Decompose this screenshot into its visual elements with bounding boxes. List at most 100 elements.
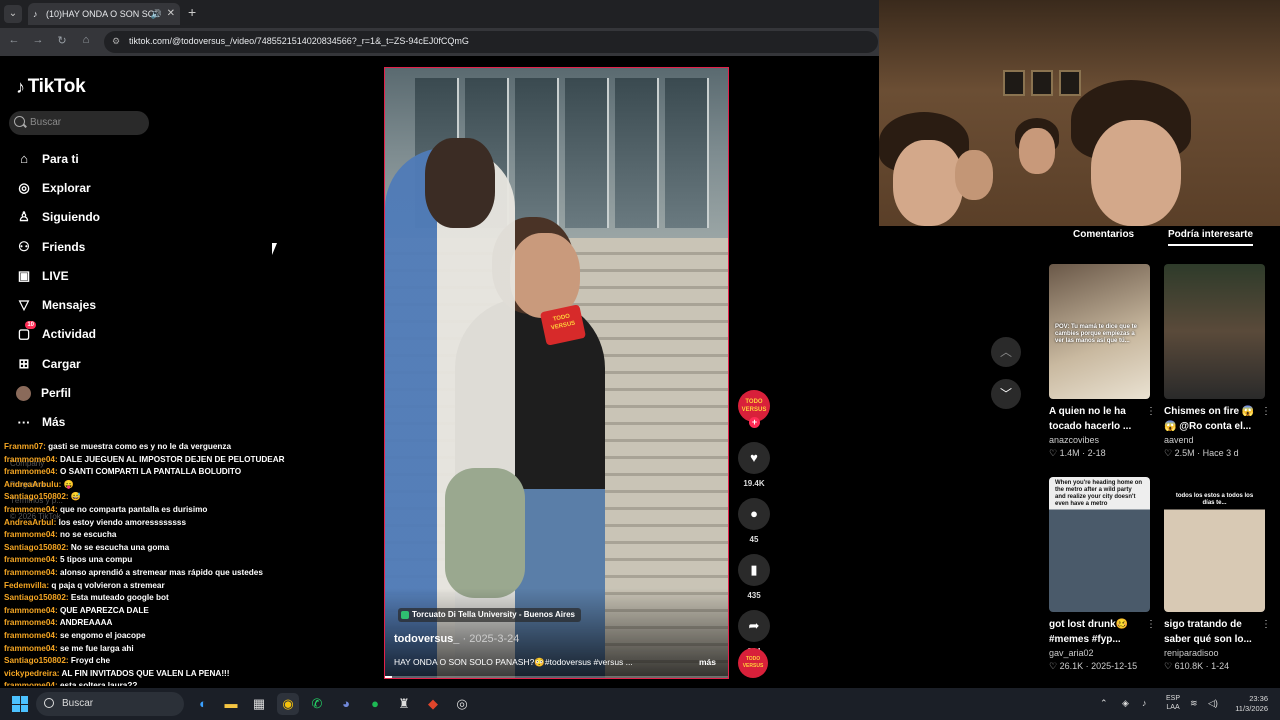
more-options-icon[interactable]: ⋮: [1261, 619, 1271, 630]
home-icon[interactable]: ⌂: [78, 34, 94, 46]
chat-username: frammome04:: [4, 467, 58, 477]
sidebar-item-perfil[interactable]: Perfil: [16, 378, 216, 407]
sidebar-item-para-ti[interactable]: ⌂ Para ti: [16, 144, 216, 173]
video-thumbnail[interactable]: When you're heading home on the metro af…: [1049, 477, 1150, 612]
sidebar-item-live[interactable]: ▣ LIVE: [16, 261, 216, 290]
more-options-icon[interactable]: ⋮: [1261, 406, 1271, 417]
address-bar[interactable]: ⚙ tiktok.com/@todoversus_/video/74855215…: [104, 31, 878, 53]
author-name: todoversus_: [394, 633, 460, 645]
chat-message: frammome04: esta soltera laura??: [4, 680, 374, 686]
chat-text: los estoy viendo amoressssssss: [58, 517, 187, 527]
stream-chat: Franmn07: gasti se muestra como es y no …: [4, 441, 374, 686]
file-explorer-icon[interactable]: ▬: [220, 693, 242, 715]
video-player[interactable]: TODO VERSUS Torcuato Di Tella University…: [384, 67, 729, 679]
wifi-icon[interactable]: ≋: [1190, 698, 1198, 709]
chat-message: frammome04: se me fue larga ahi: [4, 643, 374, 656]
network-tray-icon[interactable]: ◈: [1122, 698, 1129, 709]
friends-icon: ⚇: [18, 238, 30, 254]
chrome-icon[interactable]: ◉: [277, 693, 299, 715]
suggested-video-card[interactable]: When you're heading home on the metro af…: [1049, 477, 1156, 672]
chat-username: Franmn07:: [4, 442, 46, 451]
like-button[interactable]: ♥: [738, 442, 770, 474]
share-button[interactable]: ➦: [738, 610, 770, 642]
caption-more-button[interactable]: más: [699, 657, 716, 667]
tab-podria-interesarte[interactable]: Podría interesarte: [1168, 229, 1254, 246]
store-icon[interactable]: ▦: [248, 693, 270, 715]
edge-icon[interactable]: ◐: [192, 693, 214, 715]
chat-username: frammome04:: [4, 630, 58, 640]
sidebar-item-mensajes[interactable]: ▽ Mensajes: [16, 290, 216, 319]
taskbar-search[interactable]: Buscar: [36, 692, 184, 716]
sidebar-item-friends[interactable]: ⚇ Friends: [16, 232, 216, 261]
language-indicator[interactable]: ESP LAA: [1166, 694, 1180, 712]
spotify-icon[interactable]: ●: [364, 693, 386, 715]
tiktok-logo[interactable]: ♪ TikTok: [16, 76, 86, 98]
wall-frame: [1031, 70, 1053, 96]
suggested-video-card[interactable]: POV: Tu mamá te dice que te cambies porq…: [1049, 264, 1156, 459]
app-icon[interactable]: ◆: [422, 693, 444, 715]
back-icon[interactable]: ←: [6, 34, 22, 46]
suggested-video-card[interactable]: todos los estos a todos los días te... ⋮…: [1164, 477, 1271, 672]
close-tab-icon[interactable]: ✕: [167, 3, 175, 25]
sidebar-item-actividad[interactable]: ▢ 10 Actividad: [16, 320, 216, 349]
sidebar-item-label: Mensajes: [42, 298, 97, 313]
suggested-video-card[interactable]: ⋮ Chismes on fire 😱😱 @Ro conta el... aav…: [1164, 264, 1271, 459]
more-options-icon[interactable]: ⋮: [1146, 619, 1156, 630]
taskbar-clock[interactable]: 23:36 11/3/2026: [1228, 694, 1268, 714]
chat-text: que no comparta pantalla es durisimo: [59, 504, 208, 514]
upload-icon: ⊞: [18, 355, 30, 371]
discord-icon[interactable]: ◕: [335, 693, 357, 715]
site-info-icon[interactable]: ⚙: [112, 36, 120, 47]
tab-comentarios[interactable]: Comentarios: [1073, 229, 1134, 240]
sidebar-nav: ⌂ Para ti ◎ Explorar ♙ Siguiendo ⚇ Friends ▣…: [16, 144, 216, 437]
chat-text: QUE APAREZCA DALE: [59, 605, 149, 615]
video-thumbnail[interactable]: todos los estos a todos los días te...: [1164, 477, 1265, 612]
video-author[interactable]: todoversus_ · 2025-3-24: [394, 633, 519, 645]
save-button[interactable]: ▮: [738, 554, 770, 586]
video-thumbnail[interactable]: POV: Tu mamá te dice que te cambies porq…: [1049, 264, 1150, 399]
follow-plus-icon[interactable]: +: [749, 417, 760, 428]
tray-chevron-icon[interactable]: ⌃: [1100, 698, 1108, 709]
sidebar-item-cargar[interactable]: ⊞ Cargar: [16, 349, 216, 378]
chat-text: alonso aprendió a stremear mas rápido qu…: [59, 567, 263, 577]
mic-tray-icon[interactable]: ♪: [1142, 698, 1147, 708]
whatsapp-icon[interactable]: ✆: [306, 693, 328, 715]
card-author[interactable]: gav_aria02: [1049, 648, 1150, 658]
game-app-icon[interactable]: ♜: [393, 693, 415, 715]
card-likes: 610.8K: [1174, 661, 1204, 671]
volume-icon[interactable]: ◁): [1208, 698, 1218, 709]
next-video-button[interactable]: ﹀: [991, 379, 1021, 409]
audio-icon[interactable]: 🔊: [151, 3, 162, 25]
heart-outline-icon: ♡: [1049, 661, 1060, 671]
card-author[interactable]: reniparadisoo: [1164, 648, 1265, 658]
more-options-icon[interactable]: ⋮: [1146, 406, 1156, 417]
heart-outline-icon: ♡: [1164, 661, 1175, 671]
obs-icon[interactable]: ◎: [451, 693, 473, 715]
home-icon: ⌂: [20, 151, 28, 167]
comment-button[interactable]: ●: [738, 498, 770, 530]
browser-tab[interactable]: ♪ (10)HAY ONDA O SON SOL 🔊 ✕: [28, 3, 180, 25]
card-author[interactable]: anazcovibes: [1049, 435, 1150, 445]
forward-icon[interactable]: →: [30, 34, 46, 46]
windows-start-icon[interactable]: [12, 696, 28, 712]
search-input[interactable]: Buscar: [9, 111, 149, 135]
sidebar-item-label: Perfil: [41, 386, 72, 401]
location-tag[interactable]: Torcuato Di Tella University - Buenos Ai…: [398, 608, 581, 622]
video-thumbnail[interactable]: [1164, 264, 1265, 399]
card-author[interactable]: aavend: [1164, 435, 1265, 445]
reload-icon[interactable]: ↻: [54, 34, 70, 47]
thumbnail-caption: When you're heading home on the metro af…: [1055, 480, 1143, 507]
video-progress-bar[interactable]: [385, 676, 728, 678]
music-disc[interactable]: TODO VERSUS: [738, 648, 768, 678]
tab-list-button[interactable]: ⌄: [4, 5, 22, 23]
sidebar-item-explorar[interactable]: ◎ Explorar: [16, 173, 216, 202]
chat-text: se me fue larga ahi: [59, 643, 134, 653]
sidebar-item-siguiendo[interactable]: ♙ Siguiendo: [16, 203, 216, 232]
creator-avatar[interactable]: TODO VERSUS +: [738, 390, 770, 428]
chat-message: frammome04: 5 tipos una compu: [4, 554, 374, 567]
sidebar-item-mas[interactable]: ··· Más: [16, 408, 216, 437]
webcam-overlay: [879, 0, 1280, 226]
new-tab-button[interactable]: +: [188, 4, 196, 20]
chat-message: Franmn07: gasti se muestra como es y no …: [4, 441, 374, 454]
previous-video-button[interactable]: ︿: [991, 337, 1021, 367]
